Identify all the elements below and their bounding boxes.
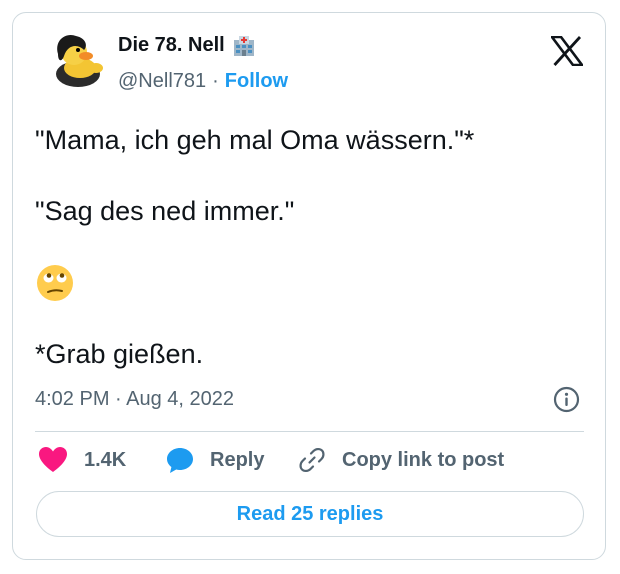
- timestamp[interactable]: 4:02 PM · Aug 4, 2022: [35, 387, 234, 411]
- speech-bubble-icon: [167, 448, 193, 473]
- copy-link-button[interactable]: Copy link to post: [298, 446, 504, 474]
- link-icon: [299, 447, 325, 473]
- hospital-icon: [231, 33, 257, 57]
- read-replies-label: Read 25 replies: [236, 502, 384, 525]
- separator-dot: ·: [212, 70, 219, 92]
- read-replies-button[interactable]: Read 25 replies: [36, 491, 584, 537]
- divider: [35, 431, 584, 432]
- avatar[interactable]: [44, 28, 108, 92]
- rolling-eyes-emoji-icon: [36, 264, 74, 302]
- follow-button[interactable]: Follow: [225, 70, 288, 93]
- heart-icon: [39, 447, 67, 472]
- copy-link-label: Copy link to post: [342, 448, 505, 471]
- reply-label: Reply: [210, 448, 265, 471]
- reply-button[interactable]: Reply: [166, 446, 264, 474]
- info-icon[interactable]: [553, 386, 580, 413]
- handle[interactable]: @Nell781: [118, 70, 206, 93]
- like-button[interactable]: 1.4K: [38, 446, 126, 474]
- tweet-line-1: "Mama, ich geh mal Oma wässern."*: [35, 125, 475, 155]
- like-count: 1.4K: [84, 448, 127, 471]
- tweet-line-2: "Sag des ned immer.": [35, 196, 295, 226]
- action-bar: 1.4K Reply Copy link to post: [0, 446, 620, 478]
- display-name[interactable]: Die 78. Nell: [118, 33, 225, 57]
- tweet-line-3: *Grab gießen.: [35, 339, 204, 369]
- x-logo-icon[interactable]: [549, 35, 585, 67]
